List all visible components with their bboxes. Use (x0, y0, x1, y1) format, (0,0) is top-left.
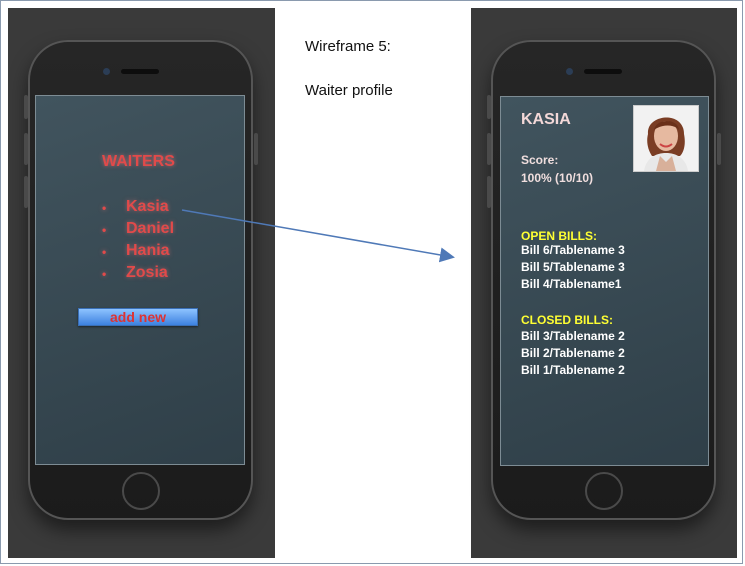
navigation-arrow (181, 209, 455, 263)
arrow-line (181, 209, 455, 263)
